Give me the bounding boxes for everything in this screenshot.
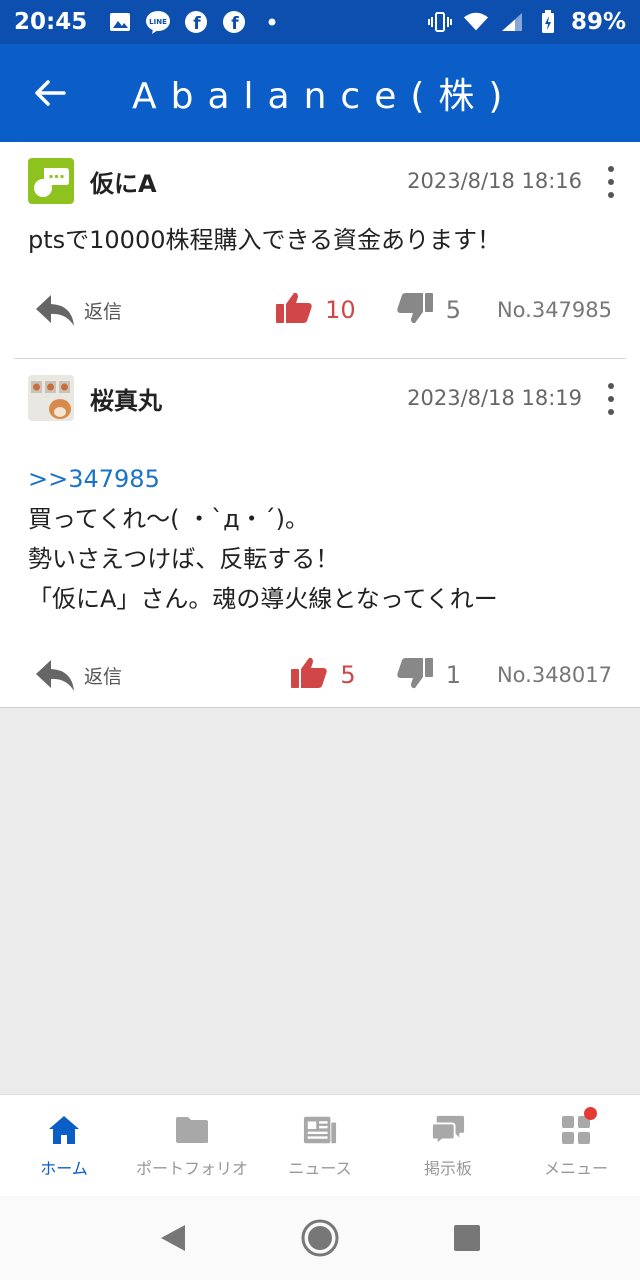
news-icon (303, 1113, 337, 1147)
post-number: No.347985 (496, 298, 612, 322)
gallery-icon (107, 9, 133, 35)
notification-badge (584, 1106, 597, 1120)
nav-board[interactable]: 掲示板 (384, 1095, 512, 1196)
battery-icon (535, 9, 561, 35)
reply-label: 返信 (84, 300, 123, 323)
svg-text:f: f (194, 14, 202, 34)
reply-anchor-link[interactable]: >>347985 (28, 459, 612, 499)
chat-icon (431, 1113, 465, 1147)
more-options-icon[interactable] (606, 166, 616, 198)
back-button[interactable] (0, 44, 100, 142)
like-count: 5 (340, 661, 356, 689)
post-date: 2023/8/18 18:19 (407, 386, 582, 410)
vibrate-icon (427, 9, 453, 35)
system-back-button[interactable] (151, 1216, 195, 1260)
thumbs-down-icon[interactable] (396, 291, 434, 329)
page-title: Abalance(株) (132, 76, 517, 117)
triangle-back-icon (161, 1225, 186, 1251)
status-time: 20:45 (14, 9, 88, 35)
post-item: 仮にA 2023/8/18 18:16 ptsで10000株程購入できる資金あり… (0, 142, 640, 340)
avatar[interactable] (28, 375, 74, 421)
thumbs-up-icon[interactable] (275, 291, 313, 329)
post-body: ptsで10000株程購入できる資金あります！ (28, 220, 612, 260)
svg-text:LINE: LINE (149, 18, 167, 26)
dot-icon (259, 9, 285, 35)
reply-label: 返信 (84, 665, 123, 688)
app-bar: Abalance(株) (0, 44, 640, 142)
author-name[interactable]: 仮にA (90, 164, 157, 199)
nav-label: メニュー (543, 1158, 608, 1178)
nav-portfolio[interactable]: ポートフォリオ (128, 1095, 256, 1196)
nav-label: 掲示板 (423, 1158, 472, 1178)
nav-label: ポートフォリオ (135, 1158, 248, 1178)
post-line: 買ってくれ〜( ・`д・´)。 (28, 505, 310, 533)
reply-icon (36, 660, 74, 691)
author-name[interactable]: 桜真丸 (90, 381, 162, 416)
circle-home-icon (301, 1219, 339, 1257)
post-date: 2023/8/18 18:16 (407, 169, 582, 193)
svg-text:f: f (232, 14, 240, 34)
avatar[interactable] (28, 158, 74, 204)
post-actions: 返信 10 5 No.347985 (28, 280, 612, 340)
post-actions: 返信 5 1 No.348017 (28, 645, 612, 705)
nav-label: ホーム (40, 1158, 88, 1178)
system-navigation-bar (0, 1196, 640, 1280)
thread-list: 仮にA 2023/8/18 18:16 ptsで10000株程購入できる資金あり… (0, 142, 640, 708)
battery-percent: 89% (570, 9, 626, 35)
like-count: 10 (325, 296, 356, 324)
home-icon (47, 1113, 81, 1147)
post-body: >>347985 買ってくれ〜( ・`д・´)。 勢いさえつけば、反転する！ 「… (28, 459, 612, 619)
nav-news[interactable]: ニュース (256, 1095, 384, 1196)
reply-button[interactable]: 返信 (34, 658, 122, 692)
nav-menu[interactable]: メニュー (512, 1095, 640, 1196)
post-line: 「仮にA」さん。魂の導火線となってくれー (28, 585, 498, 613)
wifi-icon (463, 9, 489, 35)
grid-icon (559, 1106, 597, 1147)
square-recents-icon (453, 1225, 480, 1251)
dislike-count: 5 (445, 296, 461, 324)
folder-icon (175, 1113, 209, 1147)
post-line: ptsで10000株程購入できる資金あります！ (28, 226, 502, 254)
arrow-left-icon (35, 80, 66, 106)
system-recents-button[interactable] (445, 1216, 489, 1260)
status-bar: 20:45 LINE f f 89% (0, 0, 640, 44)
facebook-icon: f (221, 9, 247, 35)
post-number: No.348017 (496, 663, 612, 687)
nav-home[interactable]: ホーム (0, 1095, 128, 1196)
thumbs-up-icon[interactable] (290, 656, 328, 694)
reply-button[interactable]: 返信 (34, 293, 122, 327)
more-options-icon[interactable] (606, 383, 616, 415)
thumbs-down-icon[interactable] (396, 656, 434, 694)
nav-label: ニュース (288, 1158, 352, 1178)
system-home-button[interactable] (298, 1216, 342, 1260)
facebook-icon: f (183, 9, 209, 35)
signal-icon (499, 9, 525, 35)
reply-icon (36, 295, 74, 326)
post-line: 勢いさえつけば、反転する！ (28, 545, 340, 573)
dislike-count: 1 (445, 661, 461, 689)
bottom-navigation: ホーム ポートフォリオ ニュース 掲示板 メニュー (0, 1094, 640, 1196)
line-icon: LINE (145, 9, 171, 35)
post-item: 桜真丸 2023/8/18 18:19 >>347985 買ってくれ〜( ・`д… (0, 359, 640, 705)
